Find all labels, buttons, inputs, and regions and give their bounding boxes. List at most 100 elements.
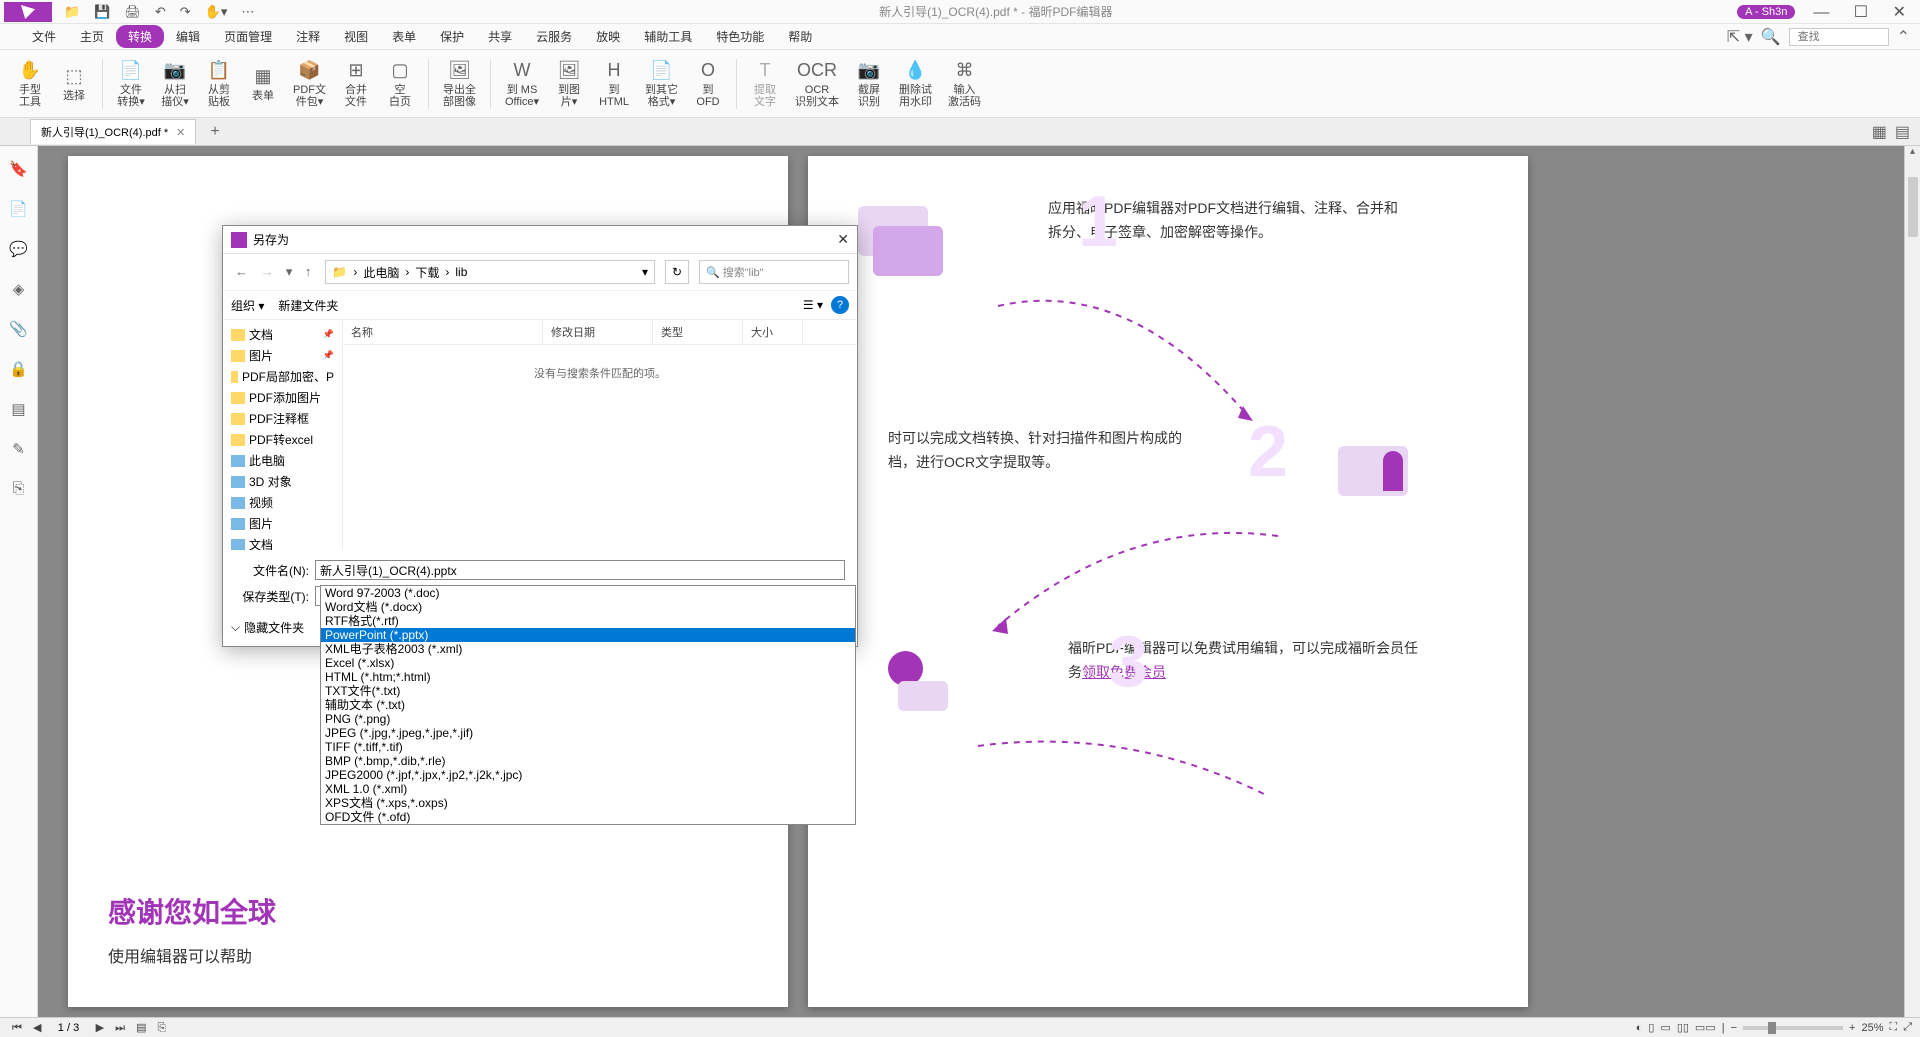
tree-item[interactable]: 图片📌 [223,345,342,366]
nav-back-button[interactable]: ← [231,264,252,279]
nav-up-button[interactable]: ↑ [301,264,316,279]
filetype-option[interactable]: BMP (*.bmp,*.dib,*.rle) [321,754,855,768]
ribbon-button[interactable]: 📄文件 转换▾ [111,54,151,114]
address-bar[interactable]: 📁 › 此电脑 › 下载 › lib ▾ [325,260,655,284]
close-tab-icon[interactable]: ✕ [176,126,185,139]
view-single-icon[interactable]: ▯ [1648,1021,1654,1034]
ribbon-button[interactable]: W到 MS Office▾ [499,54,545,114]
ribbon-button[interactable]: 📷截屏 识别 [849,54,889,114]
ribbon-button[interactable]: 📄到其它 格式▾ [639,54,684,114]
undo-icon[interactable]: ↶ [155,4,166,20]
tree-item[interactable]: 图片 [223,513,342,534]
last-page-button[interactable]: ⏭ [111,1022,129,1034]
dropdown-icon[interactable]: ⇱ ▾ [1727,27,1753,47]
menu-云服务[interactable]: 云服务 [524,25,584,48]
filename-input[interactable] [315,560,845,580]
help-button[interactable]: ? [831,296,849,314]
menu-保护[interactable]: 保护 [428,25,476,48]
menu-特色功能[interactable]: 特色功能 [704,25,776,48]
fit-width-icon[interactable]: ⛶ [1889,1021,1897,1034]
sidebar-icon[interactable]: ✎ [12,440,25,458]
sidebar-icon[interactable]: 💬 [9,240,28,258]
nav-forward-button[interactable]: → [256,264,277,279]
sidebar-icon[interactable]: 🔖 [9,160,28,178]
page-number-input[interactable] [49,1022,89,1034]
ribbon-button[interactable]: 🖼导出全 部图像 [437,54,482,114]
menu-辅助工具[interactable]: 辅助工具 [632,25,704,48]
nav-history-button[interactable]: ▾ [282,264,297,279]
filetype-option[interactable]: TXT文件(*.txt) [321,684,855,698]
filetype-option[interactable]: TIFF (*.tiff,*.tif) [321,740,855,754]
ribbon-button[interactable]: 📦PDF文 件包▾ [287,54,332,114]
filetype-option[interactable]: PNG (*.png) [321,712,855,726]
ribbon-button[interactable]: ⊞合并 文件 [336,54,376,114]
document-tab[interactable]: 新人引导(1)_OCR(4).pdf * ✕ [30,119,196,144]
folder-tree[interactable]: 文档📌图片📌PDF局部加密、PPDF添加图片PDF注释框PDF转excel此电脑… [223,320,343,550]
view-mode-button[interactable]: ☰ ▾ [803,298,823,312]
page-copy-icon[interactable]: ⎘ [154,1022,171,1034]
menu-转换[interactable]: 转换 [116,25,164,48]
sidebar-icon[interactable]: ◈ [13,280,25,298]
col-size[interactable]: 大小 [743,320,803,344]
ribbon-button[interactable]: 📋从剪 贴板 [199,54,239,114]
hide-folders-toggle[interactable]: ⌵ 隐藏文件夹 [231,619,304,636]
tree-item[interactable]: PDF转excel [223,429,342,450]
sidebar-icon[interactable]: 📄 [9,200,28,218]
filetype-dropdown-list[interactable]: Word 97-2003 (*.doc)Word文档 (*.docx)RTF格式… [320,585,856,825]
add-tab-button[interactable]: + [210,123,219,141]
ribbon-button[interactable]: ✋手型 工具 [10,54,50,114]
sidebar-icon[interactable]: 📎 [9,320,28,338]
organize-button[interactable]: 组织 ▾ [231,297,264,314]
first-page-button[interactable]: ⏮ [8,1022,26,1034]
tool-dropdown-icon[interactable]: ✋▾ [205,4,228,20]
tree-item[interactable]: PDF注释框 [223,408,342,429]
filetype-option[interactable]: JPEG2000 (*.jpf,*.jpx,*.jp2,*.j2k,*.jpc) [321,768,855,782]
tree-item[interactable]: 文档 [223,534,342,550]
filetype-option[interactable]: Word 97-2003 (*.doc) [321,586,855,600]
menu-放映[interactable]: 放映 [584,25,632,48]
filetype-option[interactable]: Word文档 (*.docx) [321,600,855,614]
ribbon-button[interactable]: H到 HTML [593,54,635,114]
ribbon-button[interactable]: ▢空 白页 [380,54,420,114]
menu-共享[interactable]: 共享 [476,25,524,48]
view-grid-icon[interactable]: ▦ [1872,122,1887,142]
menu-视图[interactable]: 视图 [332,25,380,48]
view-continuous-icon[interactable]: ▭ [1660,1021,1670,1034]
menu-编辑[interactable]: 编辑 [164,25,212,48]
ribbon-button[interactable]: O到 OFD [688,54,728,114]
page-tool-icon[interactable]: ▤ [132,1022,150,1034]
ribbon-button[interactable]: ▦表单 [243,54,283,114]
tree-item[interactable]: 视频 [223,492,342,513]
zoom-in-button[interactable]: + [1849,1022,1855,1034]
menu-主页[interactable]: 主页 [68,25,116,48]
view-form-icon[interactable]: ▤ [1895,122,1910,142]
dialog-close-button[interactable]: ✕ [837,231,849,248]
sidebar-icon[interactable]: ▤ [11,400,25,418]
ribbon-button[interactable]: ⬚选择 [54,54,94,114]
menu-帮助[interactable]: 帮助 [776,25,824,48]
ribbon-button[interactable]: ⌘输入 激活码 [942,54,987,114]
vertical-scrollbar[interactable]: ▴ [1904,146,1920,1017]
scroll-thumb[interactable] [1908,177,1918,237]
open-icon[interactable]: 📁 [64,4,80,20]
path-segment[interactable]: 此电脑 [363,264,399,281]
collapse-ribbon-icon[interactable]: ⌃ [1897,27,1910,47]
path-segment[interactable]: 下载 [415,264,439,281]
ribbon-button[interactable]: 📷从扫 描仪▾ [155,54,195,114]
menu-页面管理[interactable]: 页面管理 [212,25,284,48]
next-page-button[interactable]: ▶ [92,1022,108,1034]
more-icon[interactable]: ⋯ [241,4,254,20]
filetype-option[interactable]: XPS文档 (*.xps,*.oxps) [321,796,855,810]
close-window-button[interactable]: ✕ [1883,0,1916,25]
filetype-option[interactable]: 辅助文本 (*.txt) [321,698,855,712]
menu-表单[interactable]: 表单 [380,25,428,48]
color-mode-icon[interactable]: ◐ [1636,1022,1643,1034]
sidebar-icon[interactable]: 🔒 [9,360,28,378]
print-icon[interactable]: 🖨 [124,4,141,20]
view-facing-cont-icon[interactable]: ▭▭ [1695,1021,1716,1034]
fit-page-icon[interactable]: ⤢ [1903,1021,1912,1034]
ribbon-button[interactable]: 🖼到图 片▾ [549,54,589,114]
menu-注释[interactable]: 注释 [284,25,332,48]
zoom-slider[interactable] [1743,1026,1843,1030]
filetype-option[interactable]: Excel (*.xlsx) [321,656,855,670]
